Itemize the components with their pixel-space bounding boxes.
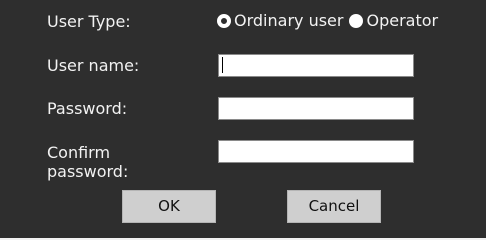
confirm-password-input[interactable]	[218, 140, 414, 163]
user-dialog: User Type: Ordinary user Operator User n…	[0, 0, 486, 240]
radio-selected-icon	[217, 13, 231, 28]
text-caret	[222, 57, 223, 73]
password-label: Password:	[47, 99, 128, 118]
radio-unselected-icon	[349, 13, 364, 28]
confirm-password-label: Confirm password:	[47, 143, 129, 181]
username-label: User name:	[47, 56, 140, 75]
user-type-radio-group: Ordinary user Operator	[217, 11, 438, 30]
password-input[interactable]	[218, 97, 414, 120]
radio-operator[interactable]: Operator	[349, 11, 438, 30]
cancel-button[interactable]: Cancel	[287, 190, 381, 223]
radio-ordinary-user-label: Ordinary user	[234, 11, 344, 30]
radio-operator-label: Operator	[366, 11, 439, 30]
username-input[interactable]	[218, 54, 414, 77]
user-type-label: User Type:	[47, 12, 131, 31]
radio-ordinary-user[interactable]: Ordinary user	[217, 11, 343, 30]
ok-button[interactable]: OK	[122, 190, 216, 223]
